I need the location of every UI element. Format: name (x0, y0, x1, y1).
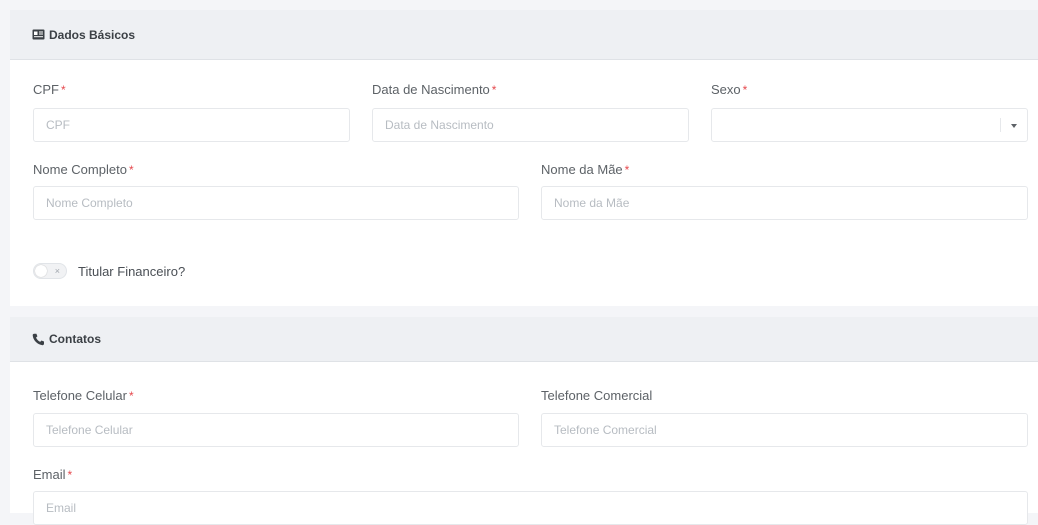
telefone-comercial-label-text: Telefone Comercial (541, 388, 653, 403)
nome-mae-required-mark: * (624, 163, 630, 177)
cpf-input[interactable] (33, 108, 350, 142)
cpf-label: CPF * (33, 82, 66, 97)
telefone-celular-required-mark: * (128, 389, 134, 403)
telefone-celular-label: Telefone Celular * (33, 388, 134, 403)
chevron-down-icon[interactable] (1011, 124, 1017, 128)
email-label: Email * (33, 467, 72, 482)
data-nascimento-input[interactable] (372, 108, 689, 142)
email-input[interactable] (33, 491, 1028, 525)
sexo-label-text: Sexo (711, 82, 741, 97)
phone-icon (32, 333, 45, 346)
email-label-text: Email (33, 467, 66, 482)
data-nascimento-required-mark: * (491, 83, 497, 97)
nome-completo-label: Nome Completo * (33, 162, 134, 177)
titular-financeiro-toggle[interactable]: × (33, 263, 67, 279)
id-card-icon (32, 29, 45, 40)
nome-mae-label: Nome da Mãe * (541, 162, 629, 177)
sexo-select[interactable] (711, 108, 1028, 142)
sexo-label: Sexo * (711, 82, 747, 97)
email-required-mark: * (67, 468, 73, 482)
telefone-celular-input[interactable] (33, 413, 519, 447)
data-nascimento-label-text: Data de Nascimento (372, 82, 490, 97)
data-nascimento-label: Data de Nascimento * (372, 82, 496, 97)
cpf-required-mark: * (61, 83, 66, 97)
toggle-knob (35, 265, 47, 277)
nome-completo-label-text: Nome Completo (33, 162, 127, 177)
telefone-comercial-label: Telefone Comercial (541, 388, 652, 403)
dados-basicos-title: Dados Básicos (49, 27, 136, 42)
telefone-comercial-input[interactable] (541, 413, 1028, 447)
sexo-required-mark: * (742, 83, 748, 97)
cpf-label-text: CPF (33, 82, 59, 97)
select-separator (1000, 118, 1001, 132)
nome-completo-required-mark: * (128, 163, 134, 177)
nome-completo-input[interactable] (33, 186, 519, 220)
dados-basicos-header: Dados Básicos (10, 10, 1038, 60)
contatos-header: Contatos (10, 317, 1038, 362)
nome-mae-input[interactable] (541, 186, 1028, 220)
contatos-card: Contatos Telefone Celular* Telefone Come… (10, 317, 1038, 525)
dados-basicos-card: Dados Básicos CPF* Data de Nascimento* S… (10, 10, 1038, 306)
contatos-title: Contatos (49, 332, 101, 346)
telefone-celular-label-text: Telefone Celular (33, 388, 127, 403)
titular-financeiro-label: Titular Financeiro? (78, 264, 186, 279)
nome-mae-label-text: Nome da Mãe (541, 162, 623, 177)
toggle-off-icon: × (54, 266, 60, 276)
